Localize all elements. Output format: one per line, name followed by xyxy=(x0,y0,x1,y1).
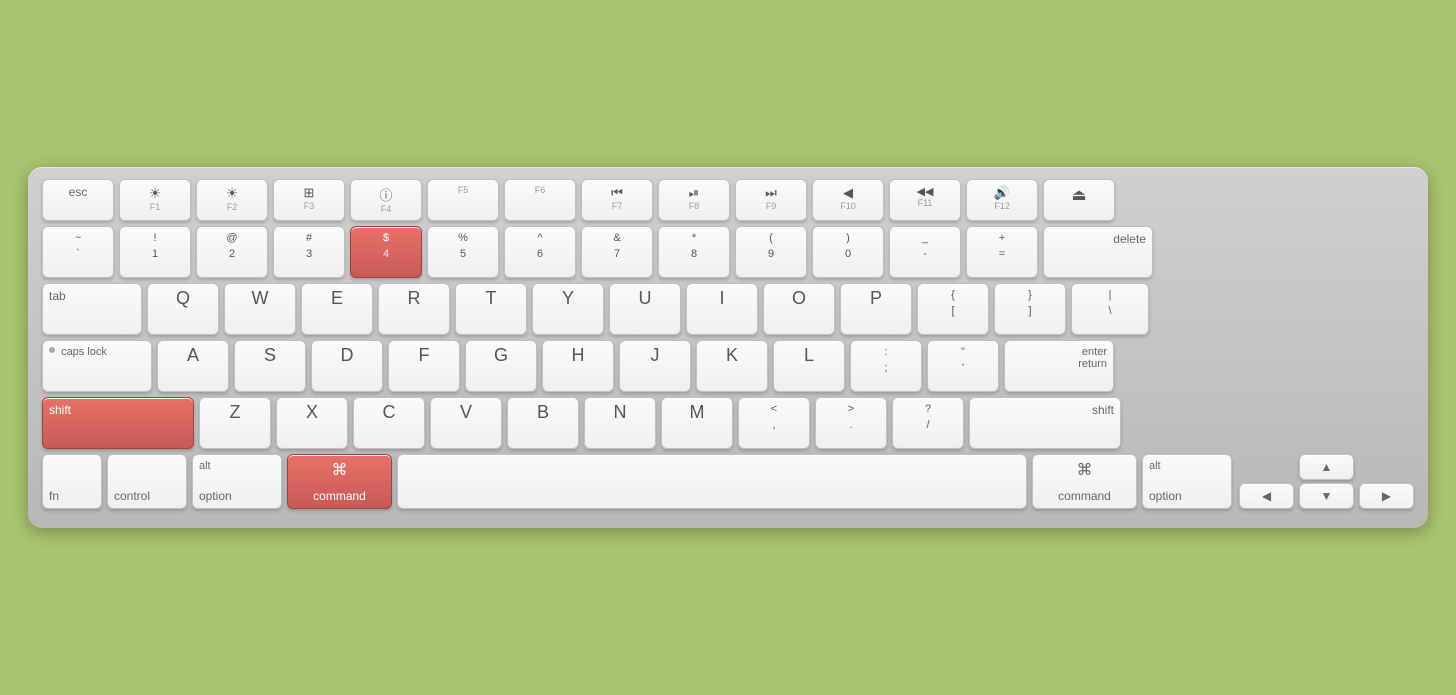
key-equals[interactable]: + = xyxy=(966,226,1038,278)
key-caps-lock[interactable]: caps lock xyxy=(42,340,152,392)
key-comma[interactable]: < , xyxy=(738,397,810,449)
key-f3[interactable]: ⊞ F3 xyxy=(273,179,345,221)
key-f5[interactable]: F5 xyxy=(427,179,499,221)
key-tilde[interactable]: ~ ` xyxy=(42,226,114,278)
key-shift-right[interactable]: shift xyxy=(969,397,1121,449)
key-minus[interactable]: _ - xyxy=(889,226,961,278)
key-u[interactable]: U xyxy=(609,283,681,335)
key-p[interactable]: P xyxy=(840,283,912,335)
key-j[interactable]: J xyxy=(619,340,691,392)
key-option-right[interactable]: alt option xyxy=(1142,454,1232,509)
key-backslash[interactable]: | \ xyxy=(1071,283,1149,335)
key-v[interactable]: V xyxy=(430,397,502,449)
key-semicolon[interactable]: : ; xyxy=(850,340,922,392)
key-f4[interactable]: ⓘ F4 xyxy=(350,179,422,221)
key-close-bracket[interactable]: } ] xyxy=(994,283,1066,335)
key-x[interactable]: X xyxy=(276,397,348,449)
key-6[interactable]: ^ 6 xyxy=(504,226,576,278)
key-esc[interactable]: esc xyxy=(42,179,114,221)
key-fn[interactable]: fn xyxy=(42,454,102,509)
key-4[interactable]: $ 4 xyxy=(350,226,422,278)
key-delete[interactable]: delete xyxy=(1043,226,1153,278)
key-s[interactable]: S xyxy=(234,340,306,392)
key-5[interactable]: % 5 xyxy=(427,226,499,278)
key-l[interactable]: L xyxy=(773,340,845,392)
key-f9[interactable]: ⏭ F9 xyxy=(735,179,807,221)
key-8[interactable]: * 8 xyxy=(658,226,730,278)
key-arrow-up[interactable]: ▲ xyxy=(1299,454,1354,480)
key-r[interactable]: R xyxy=(378,283,450,335)
key-3[interactable]: # 3 xyxy=(273,226,345,278)
key-space[interactable] xyxy=(397,454,1027,509)
key-e[interactable]: E xyxy=(301,283,373,335)
key-w[interactable]: W xyxy=(224,283,296,335)
key-f11[interactable]: ◀◀ F11 xyxy=(889,179,961,221)
key-command-right[interactable]: ⌘ command xyxy=(1032,454,1137,509)
key-control[interactable]: control xyxy=(107,454,187,509)
key-open-bracket[interactable]: { [ xyxy=(917,283,989,335)
key-shift-left[interactable]: shift xyxy=(42,397,194,449)
key-slash[interactable]: ? / xyxy=(892,397,964,449)
key-n[interactable]: N xyxy=(584,397,656,449)
key-1[interactable]: ! 1 xyxy=(119,226,191,278)
key-0[interactable]: ) 0 xyxy=(812,226,884,278)
key-arrow-left[interactable]: ◀ xyxy=(1239,483,1294,509)
key-k[interactable]: K xyxy=(696,340,768,392)
key-f10[interactable]: ◀ F10 xyxy=(812,179,884,221)
key-z[interactable]: Z xyxy=(199,397,271,449)
key-f1[interactable]: ☀ F1 xyxy=(119,179,191,221)
key-f7[interactable]: ⏮ F7 xyxy=(581,179,653,221)
key-i[interactable]: I xyxy=(686,283,758,335)
key-arrow-right[interactable]: ▶ xyxy=(1359,483,1414,509)
key-b[interactable]: B xyxy=(507,397,579,449)
key-c[interactable]: C xyxy=(353,397,425,449)
key-option-left[interactable]: alt option xyxy=(192,454,282,509)
key-y[interactable]: Y xyxy=(532,283,604,335)
key-command-left[interactable]: ⌘ command xyxy=(287,454,392,509)
key-a[interactable]: A xyxy=(157,340,229,392)
key-q[interactable]: Q xyxy=(147,283,219,335)
key-tab[interactable]: tab xyxy=(42,283,142,335)
key-arrow-down[interactable]: ▼ xyxy=(1299,483,1354,509)
key-m[interactable]: M xyxy=(661,397,733,449)
key-9[interactable]: ( 9 xyxy=(735,226,807,278)
key-o[interactable]: O xyxy=(763,283,835,335)
keyboard: esc ☀ F1 ☀ F2 ⊞ F3 ⓘ F4 xyxy=(28,167,1428,528)
key-g[interactable]: G xyxy=(465,340,537,392)
key-quote[interactable]: " ' xyxy=(927,340,999,392)
key-d[interactable]: D xyxy=(311,340,383,392)
key-f2[interactable]: ☀ F2 xyxy=(196,179,268,221)
key-f8[interactable]: ⏯ F8 xyxy=(658,179,730,221)
key-eject[interactable]: ⏏ xyxy=(1043,179,1115,221)
key-return[interactable]: enter return xyxy=(1004,340,1114,392)
key-2[interactable]: @ 2 xyxy=(196,226,268,278)
key-period[interactable]: > . xyxy=(815,397,887,449)
key-f6[interactable]: F6 xyxy=(504,179,576,221)
key-7[interactable]: & 7 xyxy=(581,226,653,278)
key-f12[interactable]: 🔊 F12 xyxy=(966,179,1038,221)
key-f[interactable]: F xyxy=(388,340,460,392)
key-t[interactable]: T xyxy=(455,283,527,335)
key-h[interactable]: H xyxy=(542,340,614,392)
